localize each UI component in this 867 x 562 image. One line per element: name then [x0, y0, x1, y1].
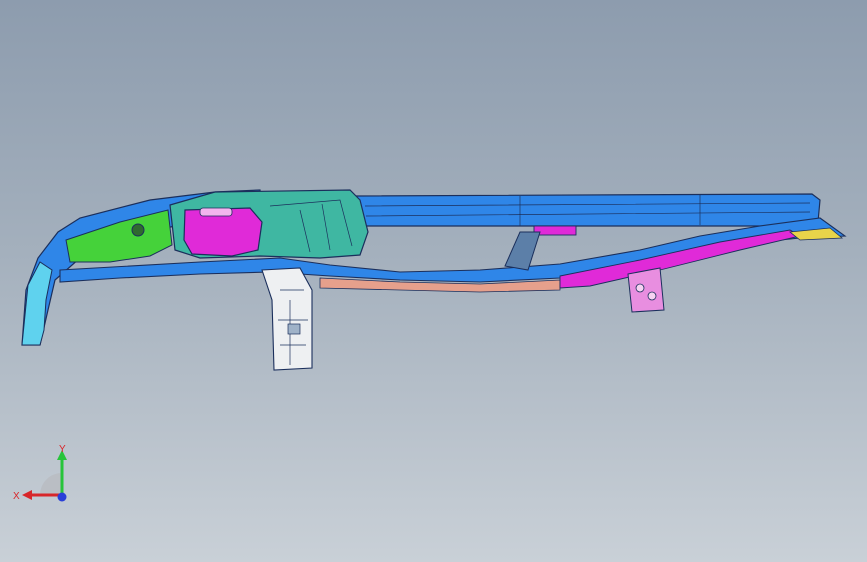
triad-plane-quadrant [40, 473, 62, 495]
graphics-viewport[interactable]: Y X [0, 0, 867, 562]
green-panel-hole [131, 223, 145, 237]
x-axis-arrowhead-icon [22, 490, 32, 500]
cad-assembly-model[interactable] [0, 0, 867, 562]
b-pillar-slot [287, 323, 301, 335]
rear-bracket-hole-2 [647, 291, 657, 301]
triad-y-label: Y [59, 444, 66, 455]
z-axis-dot-icon [57, 492, 67, 502]
magenta-slot [199, 207, 233, 217]
triad-x-label: X [13, 491, 20, 502]
coordinate-triad: Y X [13, 444, 67, 502]
rear-diagonal-brace[interactable] [504, 231, 541, 271]
upper-roof-rail[interactable] [354, 193, 821, 227]
rear-top-clip[interactable] [533, 225, 577, 236]
rear-bracket-hole-1 [635, 283, 645, 293]
b-pillar-lower-white[interactable] [261, 267, 313, 371]
rear-magenta-bracket[interactable] [627, 267, 665, 313]
